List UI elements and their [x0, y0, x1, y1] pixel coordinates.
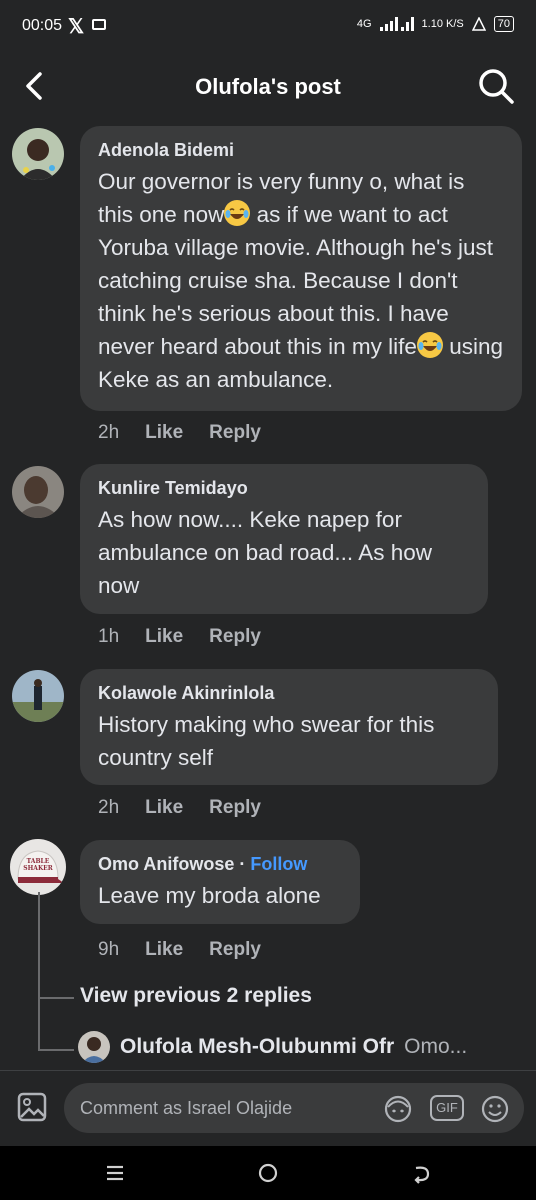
emoji-icon[interactable]: [480, 1094, 510, 1124]
avatar-sticker-icon[interactable]: [380, 1094, 416, 1124]
back-nav-icon[interactable]: [408, 1160, 434, 1186]
comment-author[interactable]: Omo Anifowose: [98, 854, 234, 875]
comment-time: 9h: [98, 939, 120, 960]
signal-icon: [379, 17, 414, 31]
post-header: Olufola's post: [0, 56, 536, 118]
comment-placeholder: Comment as Israel Olajide: [80, 1098, 293, 1118]
reply-button[interactable]: Reply: [209, 422, 261, 444]
comment-bubble: Adenola Bidemi Our governor is very funn…: [80, 126, 522, 411]
thread-branch: [38, 1049, 74, 1051]
table-shaker-cap-logo: TABLESHAKER: [10, 839, 66, 895]
network-speed: 1.10 K/S: [421, 18, 464, 30]
comment-text: History making who swear for this countr…: [98, 712, 435, 770]
status-bar: 00:05 𝕏 4G 1.10 K/S 70: [0, 0, 536, 56]
x-app-icon: 𝕏: [68, 16, 85, 38]
thread-line: [38, 892, 40, 1050]
comment-author[interactable]: Kolawole Akinrinlola: [98, 683, 480, 704]
like-button[interactable]: Like: [145, 626, 183, 648]
reply-button[interactable]: Reply: [209, 626, 261, 648]
photo-icon[interactable]: [16, 1091, 48, 1123]
avatar[interactable]: [12, 466, 64, 518]
reply-preview[interactable]: Olufola Mesh-Olubunmi Ofr Omo...: [78, 1031, 524, 1063]
reply-preview-text: Omo...: [404, 1035, 468, 1058]
avatar[interactable]: [12, 670, 64, 722]
home-icon[interactable]: [255, 1160, 281, 1186]
separator-dot: ·: [239, 854, 246, 874]
svg-text:TABLE: TABLE: [27, 858, 50, 865]
comment-bubble: Omo Anifowose · Follow Leave my broda al…: [80, 840, 360, 924]
comment-author[interactable]: Kunlire Temidayo: [98, 478, 470, 499]
comment-time: 1h: [98, 626, 120, 647]
reply-author: Olufola Mesh-Olubunmi Ofr: [120, 1035, 395, 1058]
laughing-emoji-icon: [224, 200, 251, 226]
page-title: Olufola's post: [195, 74, 341, 99]
like-button[interactable]: Like: [145, 797, 183, 819]
comment-author[interactable]: Adenola Bidemi: [98, 140, 504, 161]
comment-time: 2h: [98, 422, 120, 443]
avatar[interactable]: TABLE SHAKER: [10, 839, 66, 895]
gif-button[interactable]: GIF: [430, 1095, 464, 1121]
alert-icon: [471, 17, 486, 31]
comment-text: Leave my broda alone: [98, 883, 321, 908]
comment-actions: 2h Like Reply: [98, 797, 261, 819]
reply-button[interactable]: Reply: [209, 797, 261, 819]
recent-apps-icon[interactable]: [102, 1160, 128, 1186]
comment-bubble: Kolawole Akinrinlola History making who …: [80, 669, 498, 785]
like-button[interactable]: Like: [145, 939, 183, 961]
comment-text: As how now.... Keke napep for ambulance …: [98, 507, 432, 598]
avatar: [78, 1031, 110, 1063]
comment-actions: 9h Like Reply: [98, 939, 261, 961]
comment-time: 2h: [98, 797, 120, 818]
search-icon[interactable]: [476, 66, 516, 106]
system-navigation-bar: [0, 1146, 536, 1200]
comment-input[interactable]: Comment as Israel Olajide GIF: [64, 1083, 524, 1133]
reply-button[interactable]: Reply: [209, 939, 261, 961]
thread-branch: [38, 997, 74, 999]
laughing-emoji-icon: [416, 332, 443, 358]
comment-actions: 1h Like Reply: [98, 626, 261, 648]
network-type: 4G: [356, 18, 372, 30]
follow-button[interactable]: Follow: [250, 854, 307, 875]
battery-icon: 70: [493, 16, 514, 32]
comment-bubble: Kunlire Temidayo As how now.... Keke nap…: [80, 464, 488, 614]
like-button[interactable]: Like: [145, 422, 183, 444]
avatar[interactable]: [12, 128, 64, 180]
gif-label: GIF: [436, 1100, 458, 1115]
comment-header: Omo Anifowose · Follow: [98, 854, 342, 875]
status-time: 00:05: [22, 17, 63, 34]
comment-text: Our governor is very funny o, what is th…: [98, 165, 504, 396]
status-right: 4G 1.10 K/S 70: [357, 16, 514, 32]
comment-composer: Comment as Israel Olajide GIF: [0, 1070, 536, 1145]
comment-actions: 2h Like Reply: [98, 422, 261, 444]
svg-text:SHAKER: SHAKER: [23, 865, 53, 872]
view-previous-replies-link[interactable]: View previous 2 replies: [80, 984, 312, 1008]
message-notification-icon: [92, 19, 106, 30]
